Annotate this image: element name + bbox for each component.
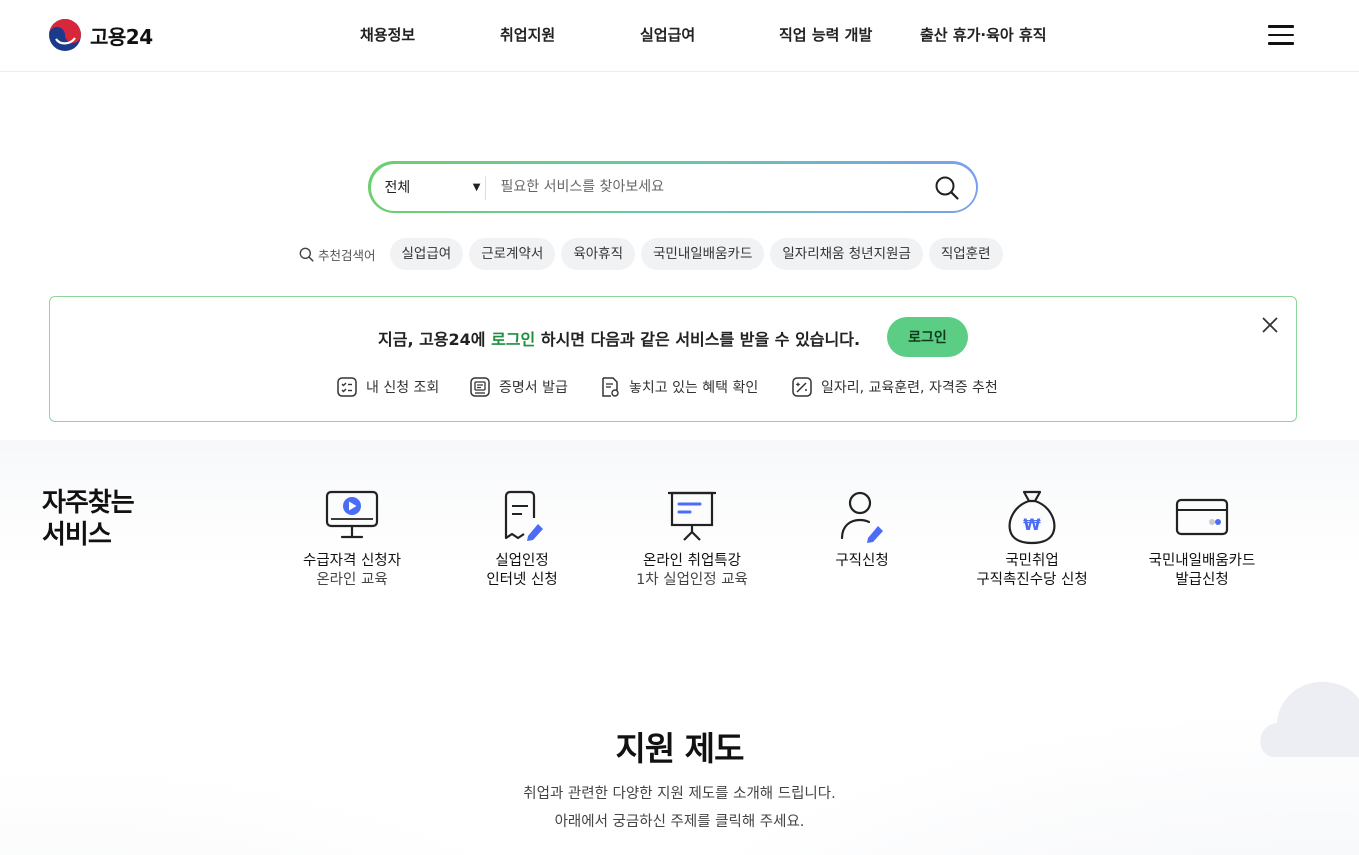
presentation-board-icon: [668, 491, 716, 541]
search-small-icon: [299, 247, 314, 262]
card-icon: [1175, 498, 1229, 536]
frequent-item-learning-card[interactable]: 국민내일배움카드 발급신청: [1117, 488, 1287, 590]
checklist-icon: [337, 377, 357, 397]
hamburger-menu-icon[interactable]: [1268, 25, 1294, 45]
support-section-title: 지원 제도: [615, 729, 745, 768]
service-benefits-check[interactable]: 놓치고 있는 혜택 확인: [599, 376, 758, 398]
logo-text: 고용24: [90, 24, 153, 49]
svg-text:₩: ₩: [1023, 515, 1041, 534]
search-category-select[interactable]: 전체 ▼: [385, 164, 481, 211]
login-banner: 지금, 고용24에 로그인 하시면 다음과 같은 서비스를 받을 수 있습니다.…: [49, 296, 1297, 422]
magic-wand-icon: [792, 377, 812, 397]
certificate-icon: [470, 377, 490, 397]
search-bar: 전체 ▼: [368, 161, 978, 213]
service-my-applications[interactable]: 내 신청 조회: [336, 376, 439, 398]
document-pen-icon: [504, 490, 543, 541]
money-bag-won-icon: ₩: [1008, 490, 1056, 545]
keyword-chip[interactable]: 일자리채움 청년지원금: [770, 238, 923, 270]
service-certificate[interactable]: 증명서 발급: [469, 376, 568, 398]
frequent-item-job-promotion-allowance[interactable]: ₩ 국민취업 구직촉진수당 신청: [947, 488, 1117, 590]
person-pen-icon: [840, 491, 883, 543]
service-recommendation[interactable]: 일자리, 교육훈련, 자격증 추천: [791, 376, 998, 398]
login-highlight: 로그인: [491, 330, 536, 349]
frequent-services-title: 자주찾는 서비스: [42, 488, 135, 550]
frequent-item-job-seeking[interactable]: 구직신청: [777, 488, 947, 571]
recommended-label: 추천검색어: [299, 245, 376, 264]
support-description-2: 아래에서 궁금하신 주제를 클릭해 주세요.: [554, 814, 805, 830]
search-divider: [484, 175, 486, 200]
nav-item-employment-support[interactable]: 취업지원: [500, 24, 555, 45]
frequent-item-unemployment-recognition[interactable]: 실업인정 인터넷 신청: [437, 488, 607, 590]
caret-down-icon: ▼: [472, 181, 481, 193]
nav-item-unemployment-benefit[interactable]: 실업급여: [640, 24, 695, 45]
site-header: 고용24 채용정보 취업지원 실업급여 직업 능력 개발 출산 휴가·육아 휴직: [0, 0, 1359, 72]
login-message: 지금, 고용24에 로그인 하시면 다음과 같은 서비스를 받을 수 있습니다.: [378, 330, 861, 349]
keyword-chip[interactable]: 국민내일배움카드: [641, 238, 765, 270]
keyword-chip[interactable]: 실업급여: [389, 238, 464, 270]
search-input[interactable]: [500, 171, 921, 203]
logo-link[interactable]: 고용24: [48, 18, 153, 52]
monitor-play-icon: [325, 490, 379, 539]
recommended-keywords: 추천검색어 실업급여 근로계약서 육아휴직 국민내일배움카드 일자리채움 청년지…: [299, 238, 1009, 270]
search-category-value: 전체: [384, 180, 411, 196]
nav-item-jobs[interactable]: 채용정보: [360, 24, 415, 45]
search-icon[interactable]: [934, 175, 960, 201]
keyword-chip[interactable]: 근로계약서: [469, 238, 556, 270]
keyword-chip[interactable]: 육아휴직: [561, 238, 635, 270]
taegeuk-logo-icon: [49, 19, 81, 51]
frequent-item-online-lecture[interactable]: 온라인 취업특강 1차 실업인정 교육: [607, 488, 777, 590]
nav-item-parental-leave[interactable]: 출산 휴가·육아 휴직: [920, 24, 1047, 45]
keyword-chip[interactable]: 직업훈련: [928, 238, 1003, 270]
nav-item-skills-development[interactable]: 직업 능력 개발: [779, 24, 872, 45]
close-icon[interactable]: [1260, 315, 1280, 335]
support-description-1: 취업과 관련한 다양한 지원 제도를 소개해 드립니다.: [523, 786, 836, 802]
login-button[interactable]: 로그인: [887, 317, 968, 357]
document-search-icon: [602, 377, 619, 397]
frequent-item-online-education[interactable]: 수급자격 신청자 온라인 교육: [267, 488, 437, 590]
